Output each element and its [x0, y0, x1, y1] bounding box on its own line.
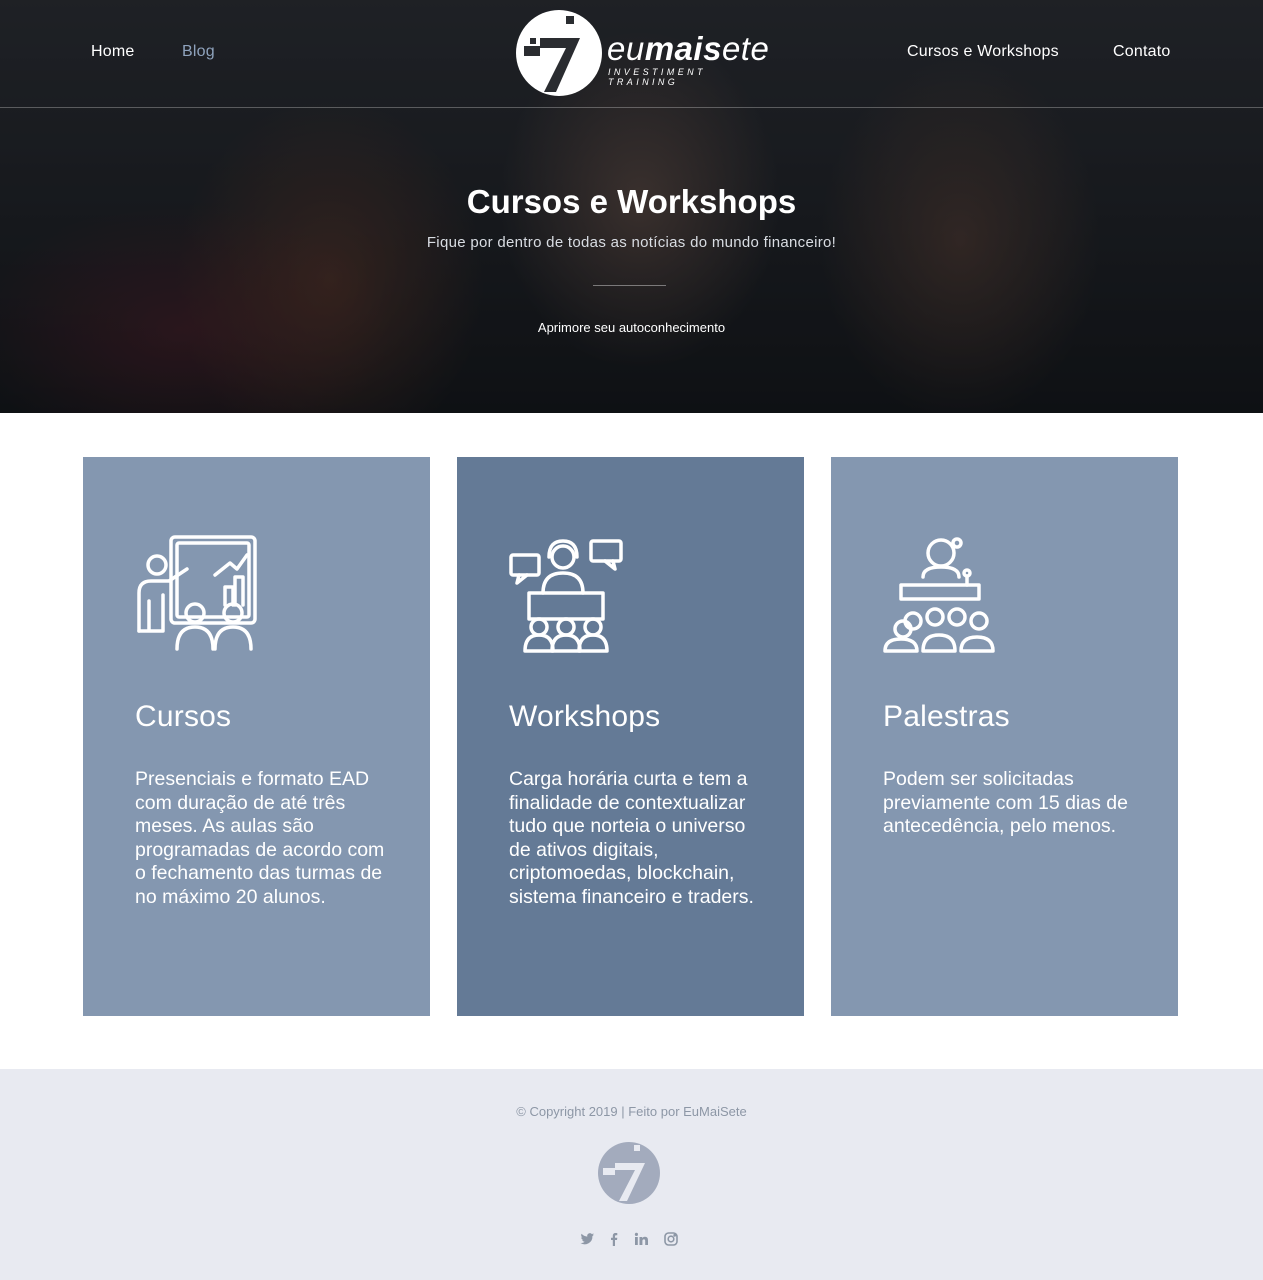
presentation-chart-icon — [137, 535, 257, 651]
site-footer: © Copyright 2019 | Feito por EuMaiSete — [0, 1069, 1263, 1280]
hero-subtitle: Fique por dentro de todas as notícias do… — [426, 234, 837, 251]
logo-tagline: INVESTIMENT TRAINING — [608, 67, 706, 87]
site-logo[interactable]: eumaisete INVESTIMENT TRAINING — [514, 8, 769, 98]
facebook-icon[interactable] — [606, 1231, 622, 1247]
nav-blog-link[interactable]: Blog — [182, 43, 215, 61]
card-workshops: Workshops Carga horária curta e tem a fi… — [457, 457, 804, 1016]
card-palestras: Palestras Podem ser solicitadas previame… — [831, 457, 1178, 1016]
nav-cursos-workshops-link[interactable]: Cursos e Workshops — [907, 43, 1059, 61]
card-title: Cursos — [135, 700, 232, 733]
copyright-text: © Copyright 2019 | Feito por EuMaiSete — [516, 1104, 747, 1119]
nav-home-link[interactable]: Home — [91, 43, 134, 61]
footer-logo-icon[interactable] — [597, 1141, 661, 1205]
card-text: Carga horária curta e tem a finalidade d… — [509, 768, 754, 908]
hero-divider — [593, 285, 666, 286]
social-links — [577, 1231, 687, 1249]
card-title: Workshops — [509, 700, 661, 733]
hero-tagline: Aprimore seu autoconhecimento — [537, 320, 726, 335]
seven-logo-icon — [516, 10, 602, 96]
top-navigation: Home Blog Cursos e Workshops Contato eum… — [0, 0, 1263, 108]
card-title: Palestras — [883, 700, 1010, 733]
page-title: Cursos e Workshops — [466, 183, 797, 220]
card-text: Podem ser solicitadas previamente com 15… — [883, 768, 1128, 838]
workshop-discussion-icon — [509, 539, 623, 653]
hero-banner: Home Blog Cursos e Workshops Contato eum… — [0, 0, 1263, 413]
nav-contato-link[interactable]: Contato — [1113, 43, 1170, 61]
instagram-icon[interactable] — [663, 1231, 679, 1247]
linkedin-icon[interactable] — [633, 1231, 649, 1247]
lecture-speaker-icon — [883, 537, 995, 653]
card-cursos: Cursos Presenciais e formato EAD com dur… — [83, 457, 430, 1016]
twitter-icon[interactable] — [579, 1231, 595, 1247]
logo-wordmark: eumaisete — [607, 30, 770, 67]
card-text: Presenciais e formato EAD com duração de… — [135, 768, 385, 908]
